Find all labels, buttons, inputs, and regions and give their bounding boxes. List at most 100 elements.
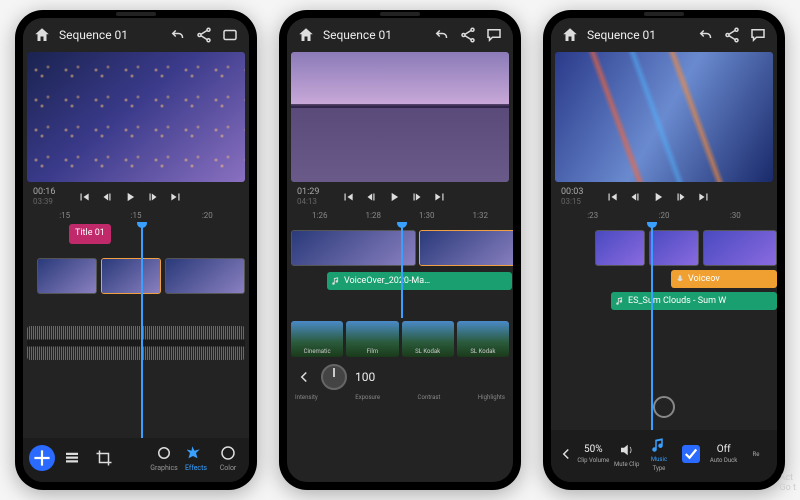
- play-icon[interactable]: [651, 190, 665, 204]
- mute-clip[interactable]: Mute Clip: [612, 441, 642, 468]
- fullscreen-icon[interactable]: [221, 26, 239, 44]
- home-icon[interactable]: [297, 26, 315, 44]
- step-back-icon[interactable]: [100, 190, 114, 204]
- ruler-tick: :23: [587, 211, 598, 220]
- ruler-tick: 1:30: [419, 211, 434, 220]
- clip-volume[interactable]: 50%Clip Volume: [577, 444, 609, 464]
- share-icon[interactable]: [723, 26, 741, 44]
- audio-mix-bar: 50%Clip Volume Mute Clip MusicType OffAu…: [551, 430, 777, 482]
- timeline-ruler[interactable]: 1:26 1:28 1:30 1:32: [287, 209, 513, 222]
- auto-duck-toggle[interactable]: [676, 445, 706, 463]
- param-label[interactable]: Intensity: [295, 394, 318, 401]
- preset-thumb[interactable]: SL Kodak: [457, 321, 509, 357]
- music-note-icon: [615, 296, 625, 306]
- share-icon[interactable]: [459, 26, 477, 44]
- timecode: 00:03 03:15: [561, 188, 583, 207]
- play-icon[interactable]: [387, 190, 401, 204]
- watermark-line: Act: [780, 474, 796, 484]
- audio-clip[interactable]: VoiceOver_2020-Ma…: [327, 272, 512, 290]
- graphics-tab[interactable]: Graphics: [149, 444, 179, 472]
- timeline[interactable]: Title 01: [23, 222, 249, 438]
- undo-icon[interactable]: [697, 26, 715, 44]
- step-fwd-icon[interactable]: [146, 190, 160, 204]
- add-button[interactable]: [29, 445, 55, 471]
- preset-thumb[interactable]: SL Kodak: [402, 321, 454, 357]
- play-icon[interactable]: [123, 190, 137, 204]
- effects-tab[interactable]: Effects: [181, 444, 211, 472]
- watermark-text: Act Go t: [780, 474, 796, 494]
- skip-start-icon[interactable]: [341, 190, 355, 204]
- title-clip[interactable]: Title 01: [69, 224, 111, 244]
- ruler-tick: :30: [730, 211, 741, 220]
- transport-controls: [605, 190, 711, 204]
- intensity-knob[interactable]: [321, 364, 347, 390]
- home-icon[interactable]: [561, 26, 579, 44]
- timeline[interactable]: Voiceov ES_Sum Clouds - Sum W: [551, 222, 777, 430]
- skip-end-icon[interactable]: [697, 190, 711, 204]
- timeline-ruler[interactable]: :23 :20 :30: [551, 209, 777, 222]
- preset-thumb[interactable]: Cinematic: [291, 321, 343, 357]
- video-clip[interactable]: [291, 230, 416, 266]
- skip-end-icon[interactable]: [169, 190, 183, 204]
- playhead[interactable]: [401, 222, 403, 318]
- music-note-icon: [650, 436, 668, 454]
- ruler-tick: 1:26: [312, 211, 327, 220]
- video-preview[interactable]: [27, 52, 245, 182]
- comment-icon[interactable]: [485, 26, 503, 44]
- step-fwd-icon[interactable]: [410, 190, 424, 204]
- home-icon[interactable]: [33, 26, 51, 44]
- more-mix[interactable]: Re: [741, 451, 771, 458]
- playhead[interactable]: [141, 222, 143, 438]
- ruler-tick: :15: [59, 211, 70, 220]
- undo-icon[interactable]: [169, 26, 187, 44]
- video-preview[interactable]: [291, 52, 509, 182]
- video-clip[interactable]: [165, 258, 245, 294]
- video-clip-selected[interactable]: [101, 258, 161, 294]
- timeline[interactable]: VoiceOver_2020-Ma…: [287, 222, 513, 318]
- timeline-ruler[interactable]: :15 :15 :20: [23, 209, 249, 222]
- audio-waveform[interactable]: [27, 326, 245, 360]
- video-clip-selected[interactable]: [419, 230, 513, 266]
- step-back-icon[interactable]: [364, 190, 378, 204]
- skip-end-icon[interactable]: [433, 190, 447, 204]
- skip-start-icon[interactable]: [77, 190, 91, 204]
- video-preview[interactable]: [555, 52, 773, 182]
- back-icon[interactable]: [557, 445, 575, 463]
- effects-icon: [187, 444, 205, 462]
- skip-start-icon[interactable]: [605, 190, 619, 204]
- watermark-line: Go t: [780, 484, 796, 494]
- param-label[interactable]: Exposure: [355, 394, 380, 401]
- jog-wheel[interactable]: [653, 396, 675, 418]
- video-clip[interactable]: [595, 230, 645, 266]
- phone-device: Sequence 01 01:29 04:13 1:26 1:28 1:30 1…: [279, 10, 521, 490]
- audio-clip-voiceover[interactable]: Voiceov: [671, 270, 777, 288]
- type-music[interactable]: MusicType: [644, 436, 674, 472]
- comment-icon[interactable]: [749, 26, 767, 44]
- color-tab[interactable]: Color: [213, 444, 243, 472]
- ruler-tick: :15: [131, 211, 142, 220]
- auto-duck[interactable]: OffAuto Duck: [709, 444, 739, 464]
- preset-label: Film: [367, 348, 379, 355]
- clip-volume-value: 50%: [584, 444, 603, 455]
- share-icon[interactable]: [195, 26, 213, 44]
- step-back-icon[interactable]: [628, 190, 642, 204]
- video-clip[interactable]: [37, 258, 97, 294]
- param-label[interactable]: Highlights: [478, 394, 505, 401]
- top-bar: Sequence 01: [551, 18, 777, 52]
- back-icon[interactable]: [295, 368, 313, 386]
- title-clip-label: Title 01: [75, 228, 105, 238]
- video-clip[interactable]: [703, 230, 777, 266]
- mix-label: Type: [653, 465, 666, 472]
- ruler-tick: 1:28: [366, 211, 381, 220]
- param-label[interactable]: Contrast: [418, 394, 441, 401]
- playhead[interactable]: [651, 222, 653, 430]
- preset-thumb[interactable]: Film: [346, 321, 398, 357]
- crop-tab[interactable]: [89, 449, 119, 467]
- color-icon: [219, 444, 237, 462]
- edit-tab[interactable]: [57, 449, 87, 467]
- step-fwd-icon[interactable]: [674, 190, 688, 204]
- audio-clip-music[interactable]: ES_Sum Clouds - Sum W: [611, 292, 777, 310]
- video-clip[interactable]: [649, 230, 699, 266]
- volume-icon: [618, 441, 636, 459]
- undo-icon[interactable]: [433, 26, 451, 44]
